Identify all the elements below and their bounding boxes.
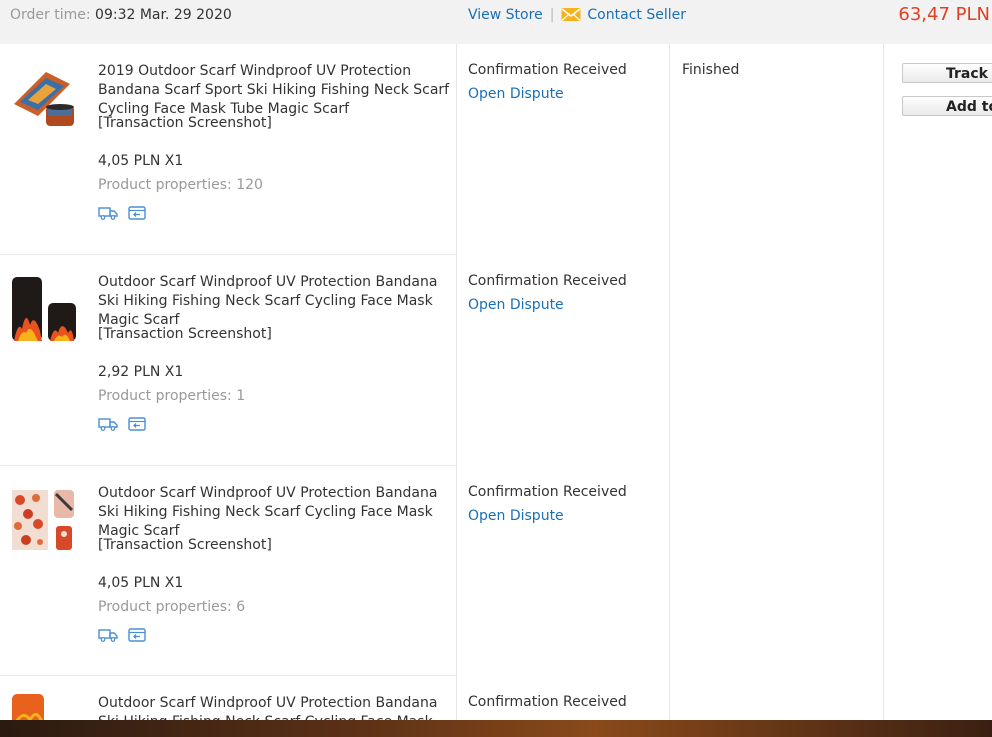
product-properties-label: Product properties:	[98, 388, 232, 404]
contact-seller-link[interactable]: Contact Seller	[561, 7, 686, 23]
order-time-label: Order time:	[10, 7, 91, 23]
open-dispute-link[interactable]: Open Dispute	[468, 297, 564, 313]
service-icons	[98, 628, 152, 644]
product-thumbnail[interactable]	[10, 64, 78, 132]
order-total-price: 63,47 PLN	[898, 4, 990, 25]
delivery-truck-icon[interactable]	[98, 417, 118, 431]
open-dispute-link[interactable]: Open Dispute	[468, 508, 564, 524]
transaction-screenshot-link[interactable]: [Transaction Screenshot]	[98, 326, 272, 342]
link-separator: |	[549, 7, 555, 23]
product-thumbnail[interactable]	[10, 275, 78, 343]
item-price: 2,92 PLN X1	[98, 364, 184, 380]
order-header: Order time: 09:32 Mar. 29 2020 View Stor…	[0, 0, 992, 44]
product-title-link[interactable]: Outdoor Scarf Windproof UV Protection Ba…	[98, 694, 454, 720]
transaction-screenshot-link[interactable]: [Transaction Screenshot]	[98, 537, 272, 553]
product-row: Outdoor Scarf Windproof UV Protection Ba…	[0, 676, 992, 720]
product-properties-label: Product properties:	[98, 599, 232, 615]
item-price: 4,05 PLN X1	[98, 153, 184, 169]
order-time: Order time: 09:32 Mar. 29 2020	[10, 7, 232, 23]
product-title-link[interactable]: Outdoor Scarf Windproof UV Protection Ba…	[98, 273, 454, 330]
product-row: Outdoor Scarf Windproof UV Protection Ba…	[0, 255, 992, 466]
item-status: Confirmation Received	[468, 694, 627, 710]
transaction-screenshot-link[interactable]: [Transaction Screenshot]	[98, 115, 272, 131]
return-box-icon[interactable]	[128, 417, 147, 431]
open-dispute-link[interactable]: Open Dispute	[468, 86, 564, 102]
product-thumbnail[interactable]	[10, 486, 78, 554]
return-box-icon[interactable]	[128, 206, 147, 220]
return-box-icon[interactable]	[128, 628, 147, 642]
product-row: 2019 Outdoor Scarf Windproof UV Protecti…	[0, 44, 992, 255]
product-properties: Product properties: 6	[98, 599, 245, 615]
contact-seller-label: Contact Seller	[587, 7, 686, 23]
product-row: Outdoor Scarf Windproof UV Protection Ba…	[0, 466, 992, 677]
product-properties: Product properties: 1	[98, 388, 245, 404]
product-properties-value: 6	[236, 599, 246, 615]
service-icons	[98, 206, 152, 222]
desktop-taskbar	[0, 720, 992, 737]
product-properties-label: Product properties:	[98, 177, 232, 193]
store-links: View Store | Contact Seller	[468, 7, 686, 23]
delivery-truck-icon[interactable]	[98, 628, 118, 642]
item-price: 4,05 PLN X1	[98, 575, 184, 591]
envelope-icon	[561, 8, 581, 21]
product-title-link[interactable]: Outdoor Scarf Windproof UV Protection Ba…	[98, 484, 454, 541]
product-properties-value: 120	[236, 177, 263, 193]
view-store-link[interactable]: View Store	[468, 7, 543, 23]
delivery-truck-icon[interactable]	[98, 206, 118, 220]
product-title-link[interactable]: 2019 Outdoor Scarf Windproof UV Protecti…	[98, 62, 454, 119]
item-status: Confirmation Received	[468, 484, 627, 500]
item-status: Confirmation Received	[468, 273, 627, 289]
item-status: Confirmation Received	[468, 62, 627, 78]
product-properties: Product properties: 120	[98, 177, 263, 193]
product-properties-value: 1	[236, 388, 246, 404]
order-time-value: 09:32 Mar. 29 2020	[95, 7, 232, 23]
product-thumbnail[interactable]	[10, 692, 78, 720]
service-icons	[98, 417, 152, 433]
